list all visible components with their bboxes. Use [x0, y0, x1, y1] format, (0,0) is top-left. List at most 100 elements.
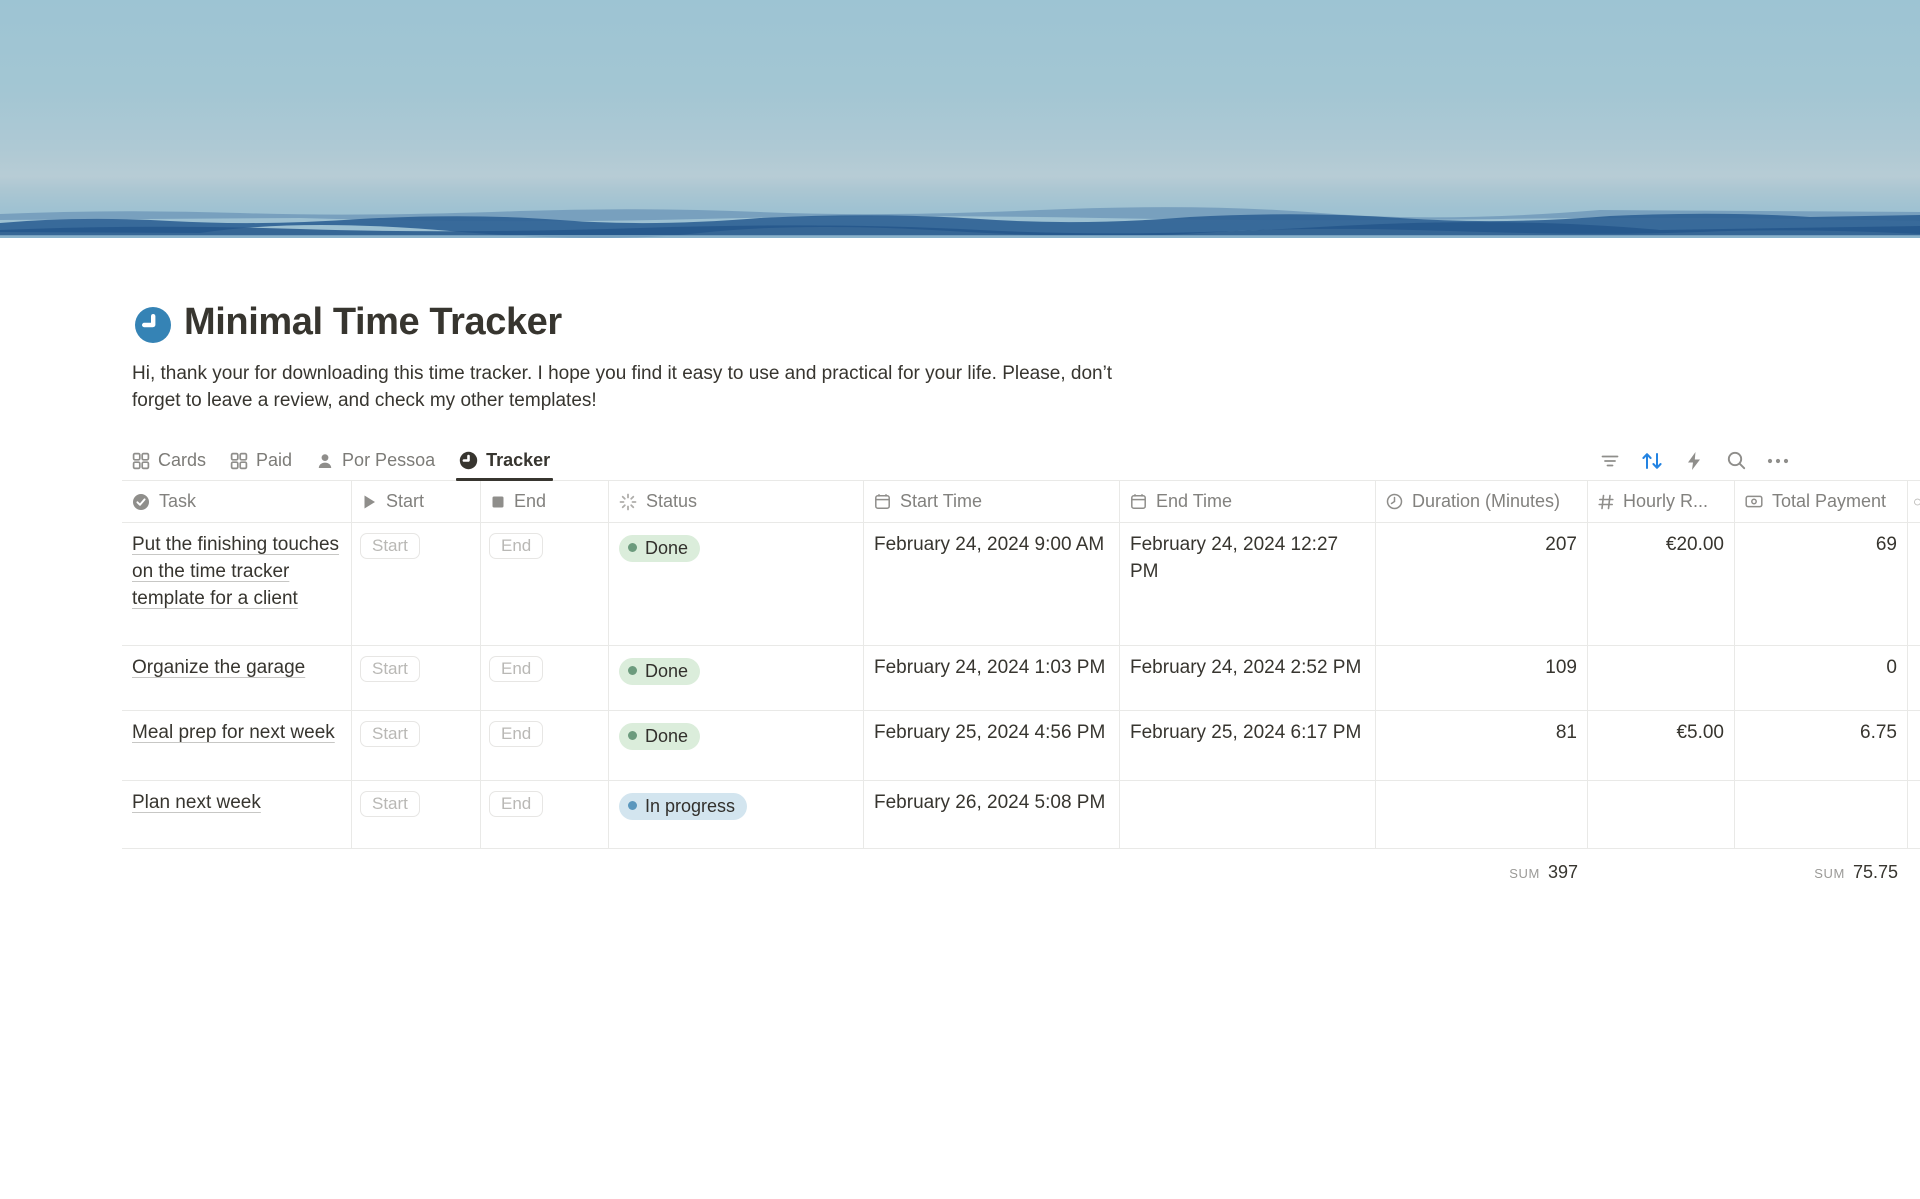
total-payment-cell[interactable] — [1735, 781, 1908, 848]
hourly-rate-cell[interactable]: €20.00 — [1588, 523, 1735, 645]
column-label: Start Time — [900, 488, 982, 515]
start-time-cell[interactable]: February 26, 2024 5:08 PM — [864, 781, 1120, 848]
overflow-cell — [1908, 711, 1920, 780]
task-title[interactable]: Put the finishing touches on the time tr… — [132, 534, 339, 609]
clipped-icon — [1912, 494, 1920, 510]
status-badge[interactable]: Done — [619, 723, 700, 750]
status-dot — [628, 731, 637, 740]
hourly-rate-cell[interactable] — [1588, 781, 1735, 848]
notion-page: Minimal Time Tracker Hi, thank your for … — [0, 0, 1920, 1199]
tab-paid[interactable]: Paid — [230, 441, 292, 480]
gallery-icon — [132, 452, 150, 470]
status-cell: Done — [609, 523, 864, 645]
tab-label: Cards — [158, 450, 206, 471]
overflow-cell — [1908, 523, 1920, 645]
duration-cell[interactable]: 109 — [1376, 646, 1588, 710]
column-label: Status — [646, 488, 697, 515]
column-header-status[interactable]: Status — [609, 481, 864, 522]
automation-bolt-icon[interactable] — [1682, 449, 1706, 473]
tab-label: Tracker — [486, 450, 550, 471]
end-button[interactable]: End — [489, 721, 543, 747]
start-cell: Start — [352, 523, 481, 645]
status-dot — [628, 543, 637, 552]
column-label: Total Payment — [1772, 488, 1886, 515]
total-payment-sum[interactable]: SUM 75.75 — [1735, 849, 1908, 891]
table-body: Put the finishing touches on the time tr… — [122, 523, 1920, 849]
task-cell[interactable]: Plan next week — [122, 781, 352, 848]
spinner-icon — [619, 493, 637, 511]
end-button[interactable]: End — [489, 656, 543, 682]
person-icon — [316, 452, 334, 470]
column-header-start-time[interactable]: Start Time — [864, 481, 1120, 522]
tab-cards[interactable]: Cards — [132, 441, 206, 480]
filter-icon[interactable] — [1598, 449, 1622, 473]
calendar-icon — [1130, 493, 1147, 510]
calendar-icon — [874, 493, 891, 510]
status-label: Done — [645, 660, 688, 682]
search-icon[interactable] — [1724, 449, 1748, 473]
task-title[interactable]: Organize the garage — [132, 657, 305, 678]
start-time-cell[interactable]: February 24, 2024 1:03 PM — [864, 646, 1120, 710]
task-cell[interactable]: Meal prep for next week — [122, 711, 352, 780]
status-badge[interactable]: Done — [619, 535, 700, 562]
view-tabs-bar: Cards Paid Por Pessoa — [122, 441, 1920, 481]
task-cell[interactable]: Organize the garage — [122, 646, 352, 710]
page-icon-clock[interactable] — [134, 306, 172, 344]
column-label: End Time — [1156, 488, 1232, 515]
start-button[interactable]: Start — [360, 656, 420, 682]
banknote-icon — [1745, 494, 1763, 509]
start-button[interactable]: Start — [360, 721, 420, 747]
column-header-end-time[interactable]: End Time — [1120, 481, 1376, 522]
end-time-cell[interactable]: February 24, 2024 12:27 PM — [1120, 523, 1376, 645]
task-title[interactable]: Plan next week — [132, 792, 261, 813]
column-label: Task — [159, 488, 196, 515]
start-time-cell[interactable]: February 25, 2024 4:56 PM — [864, 711, 1120, 780]
ocean-waves-graphic — [0, 190, 1920, 238]
sum-label: SUM — [1509, 860, 1540, 887]
status-cell: Done — [609, 646, 864, 710]
total-payment-cell[interactable]: 6.75 — [1735, 711, 1908, 780]
start-time-cell[interactable]: February 24, 2024 9:00 AM — [864, 523, 1120, 645]
status-badge[interactable]: In progress — [619, 793, 747, 820]
tab-por-pessoa[interactable]: Por Pessoa — [316, 441, 435, 480]
duration-cell[interactable]: 81 — [1376, 711, 1588, 780]
tab-tracker[interactable]: Tracker — [459, 441, 550, 480]
column-header-task[interactable]: Task — [122, 481, 352, 522]
duration-sum[interactable]: SUM 397 — [1376, 849, 1588, 891]
column-header-hourly-rate[interactable]: Hourly R... — [1588, 481, 1735, 522]
page-title: Minimal Time Tracker — [184, 301, 562, 344]
duration-cell[interactable]: 207 — [1376, 523, 1588, 645]
column-label: Duration (Minutes) — [1412, 488, 1560, 515]
end-button[interactable]: End — [489, 533, 543, 559]
total-payment-cell[interactable]: 0 — [1735, 646, 1908, 710]
column-header-total-payment[interactable]: Total Payment — [1735, 481, 1908, 522]
column-header-end[interactable]: End — [481, 481, 609, 522]
end-time-cell[interactable]: February 25, 2024 6:17 PM — [1120, 711, 1376, 780]
table-row: Put the finishing touches on the time tr… — [122, 523, 1920, 646]
end-time-cell[interactable] — [1120, 781, 1376, 848]
cover-image-ocean — [0, 0, 1920, 238]
view-toolbar — [1598, 449, 1920, 473]
hourly-rate-cell[interactable] — [1588, 646, 1735, 710]
status-badge[interactable]: Done — [619, 658, 700, 685]
end-cell: End — [481, 646, 609, 710]
play-icon — [362, 494, 377, 510]
more-options-icon[interactable] — [1766, 449, 1790, 473]
task-title[interactable]: Meal prep for next week — [132, 722, 335, 743]
start-button[interactable]: Start — [360, 533, 420, 559]
end-button[interactable]: End — [489, 791, 543, 817]
hourly-rate-cell[interactable]: €5.00 — [1588, 711, 1735, 780]
end-time-cell[interactable]: February 24, 2024 2:52 PM — [1120, 646, 1376, 710]
tracker-table: Task Start End — [122, 481, 1920, 891]
duration-cell[interactable] — [1376, 781, 1588, 848]
clock-outline-icon — [1386, 493, 1403, 510]
total-payment-cell[interactable]: 69 — [1735, 523, 1908, 645]
column-header-duration[interactable]: Duration (Minutes) — [1376, 481, 1588, 522]
task-cell[interactable]: Put the finishing touches on the time tr… — [122, 523, 352, 645]
start-button[interactable]: Start — [360, 791, 420, 817]
status-label: Done — [645, 537, 688, 559]
column-header-start[interactable]: Start — [352, 481, 481, 522]
sort-icon[interactable] — [1640, 449, 1664, 473]
view-tabs: Cards Paid Por Pessoa — [122, 441, 550, 480]
column-label: Start — [386, 488, 424, 515]
